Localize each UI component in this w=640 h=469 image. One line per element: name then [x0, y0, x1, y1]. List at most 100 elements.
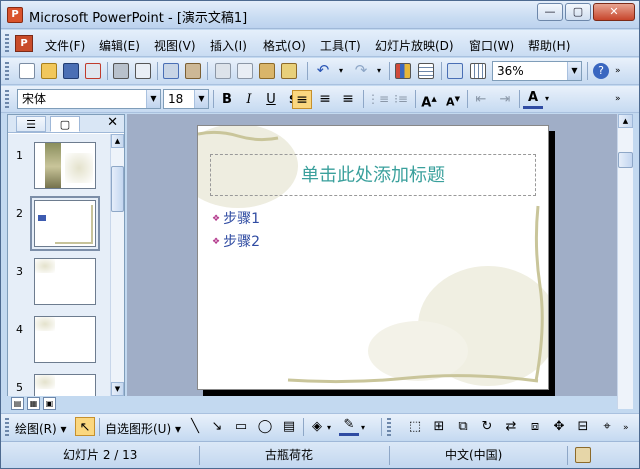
new-icon[interactable]	[19, 63, 35, 79]
rotate-icon[interactable]: ↻	[477, 417, 497, 436]
bullets-icon[interactable]: ⁝≡	[391, 90, 411, 109]
decrease-font-icon[interactable]: A▼	[443, 90, 463, 109]
insert-chart-icon[interactable]	[395, 63, 411, 79]
font-size-dropdown[interactable]: 18 ▼	[163, 89, 209, 109]
toolbar-grip[interactable]	[5, 418, 9, 437]
close-icon[interactable]: ✕	[107, 115, 118, 130]
toolbar-options-icon[interactable]: »	[615, 63, 625, 79]
cut-icon[interactable]	[215, 63, 231, 79]
menu-slideshow[interactable]: 幻灯片放映(D)	[375, 37, 454, 54]
font-color-icon[interactable]: A	[523, 90, 543, 109]
underline-button[interactable]: U	[261, 90, 281, 109]
draw-menu[interactable]: 绘图(R) ▾	[15, 420, 67, 437]
close-button[interactable]: ✕	[593, 3, 635, 21]
align-left-button[interactable]: ≡	[292, 90, 312, 109]
line-color-icon[interactable]: ✎	[339, 417, 359, 436]
bold-button[interactable]: B	[217, 90, 237, 109]
slide-thumbnail-4[interactable]	[34, 316, 96, 363]
slide-sorter-icon[interactable]: ▦	[27, 397, 40, 410]
select-arrow-icon[interactable]: ↖	[75, 417, 95, 436]
increase-font-icon[interactable]: A▲	[419, 90, 439, 110]
rectangle-icon[interactable]: ▭	[231, 417, 251, 436]
title-placeholder[interactable]: 单击此处添加标题	[210, 154, 536, 196]
bullet-item[interactable]: ❖ 步骤1	[212, 208, 260, 228]
undo-dropdown-icon[interactable]: ▾	[339, 63, 347, 79]
toolbar-grip[interactable]	[5, 34, 9, 53]
align-center-button[interactable]: ≡	[315, 90, 335, 109]
scrollbar-thumb[interactable]	[618, 152, 633, 168]
edit-points-icon[interactable]: ⌖	[597, 417, 617, 436]
thumbnail-scrollbar[interactable]: ▲ ▼	[110, 134, 124, 396]
toolbar-options-icon[interactable]: »	[615, 91, 625, 107]
slideshow-icon[interactable]: ▣	[43, 397, 56, 410]
insert-picture-icon[interactable]	[447, 63, 463, 79]
distribute-icon[interactable]: ⊟	[573, 417, 593, 436]
help-icon[interactable]: ?	[593, 63, 609, 79]
open-icon[interactable]	[41, 63, 57, 79]
toolbar-grip[interactable]	[387, 418, 391, 437]
slide-thumbnail-3[interactable]	[34, 258, 96, 305]
undo-icon[interactable]: ↶	[315, 63, 331, 79]
show-grid-icon[interactable]	[470, 63, 486, 79]
scrollbar-thumb[interactable]	[111, 166, 124, 212]
order-icon[interactable]: ⧈	[525, 417, 545, 436]
align-right-button[interactable]: ≡	[338, 90, 358, 109]
powerpoint-app-icon[interactable]: P	[7, 7, 23, 23]
menu-format[interactable]: 格式(O)	[263, 37, 306, 54]
research-icon[interactable]	[185, 63, 201, 79]
copy-icon[interactable]	[237, 63, 253, 79]
normal-view-icon[interactable]: ▤	[11, 397, 24, 410]
menu-tools[interactable]: 工具(T)	[320, 37, 361, 54]
permission-icon[interactable]	[85, 63, 101, 79]
numbering-icon[interactable]: ⋮≡	[367, 90, 389, 109]
slide-thumbnail-2[interactable]	[30, 196, 100, 251]
tab-outline[interactable]: ☰	[16, 116, 46, 132]
slide-canvas[interactable]: 单击此处添加标题 ❖ 步骤1 ❖ 步骤2	[197, 125, 549, 390]
menu-edit[interactable]: 编辑(E)	[99, 37, 140, 54]
oval-icon[interactable]: ◯	[255, 417, 275, 436]
document-menu-icon[interactable]: P	[15, 35, 33, 52]
textbox-icon[interactable]: ▤	[279, 417, 299, 436]
print-icon[interactable]	[113, 63, 129, 79]
font-color-dropdown-icon[interactable]: ▾	[545, 91, 553, 107]
toolbar-grip[interactable]	[5, 90, 9, 109]
spelling-icon[interactable]	[163, 63, 179, 79]
align-objects-icon[interactable]: ⊞	[429, 417, 449, 436]
autoshapes-menu[interactable]: 自选图形(U) ▾	[105, 420, 181, 437]
chevron-down-icon[interactable]: ▼	[567, 62, 581, 80]
maximize-button[interactable]: ▢	[565, 3, 591, 21]
tab-slides[interactable]: ▢	[50, 116, 80, 132]
menu-insert[interactable]: 插入(I)	[210, 37, 247, 54]
fill-color-dropdown-icon[interactable]: ▾	[327, 420, 335, 436]
print-preview-icon[interactable]	[135, 63, 151, 79]
increase-indent-icon[interactable]: ⇥	[495, 90, 515, 109]
zoom-dropdown[interactable]: 36% ▼	[492, 61, 582, 81]
slide-thumbnail-1[interactable]	[34, 142, 96, 189]
menu-help[interactable]: 帮助(H)	[528, 37, 570, 54]
toolbar-options-icon[interactable]: »	[623, 420, 633, 436]
line-icon[interactable]: ╲	[185, 417, 205, 436]
menu-view[interactable]: 视图(V)	[154, 37, 196, 54]
menu-file[interactable]: 文件(F)	[45, 37, 85, 54]
bullet-item[interactable]: ❖ 步骤2	[212, 231, 260, 251]
redo-icon[interactable]: ↷	[353, 63, 369, 79]
font-name-dropdown[interactable]: 宋体 ▼	[17, 89, 161, 109]
slide-thumbnail-5[interactable]	[34, 374, 96, 396]
slide-scrollbar[interactable]: ▲	[617, 114, 633, 409]
select-objects-icon[interactable]: ⬚	[405, 417, 425, 436]
arrow-icon[interactable]: ↘	[207, 417, 227, 436]
scroll-up-icon[interactable]: ▲	[618, 114, 633, 128]
menu-window[interactable]: 窗口(W)	[469, 37, 514, 54]
chevron-down-icon[interactable]: ▼	[194, 90, 208, 108]
fill-color-icon[interactable]: ◈	[307, 417, 327, 436]
minimize-button[interactable]: —	[537, 3, 563, 21]
paste-icon[interactable]	[259, 63, 275, 79]
nudge-icon[interactable]: ✥	[549, 417, 569, 436]
decrease-indent-icon[interactable]: ⇤	[471, 90, 491, 109]
scroll-down-icon[interactable]: ▼	[111, 382, 124, 396]
spelling-status-icon[interactable]	[575, 447, 591, 463]
scroll-up-icon[interactable]: ▲	[111, 134, 124, 148]
italic-button[interactable]: I	[239, 90, 259, 109]
chevron-down-icon[interactable]: ▼	[146, 90, 160, 108]
flip-icon[interactable]: ⇄	[501, 417, 521, 436]
